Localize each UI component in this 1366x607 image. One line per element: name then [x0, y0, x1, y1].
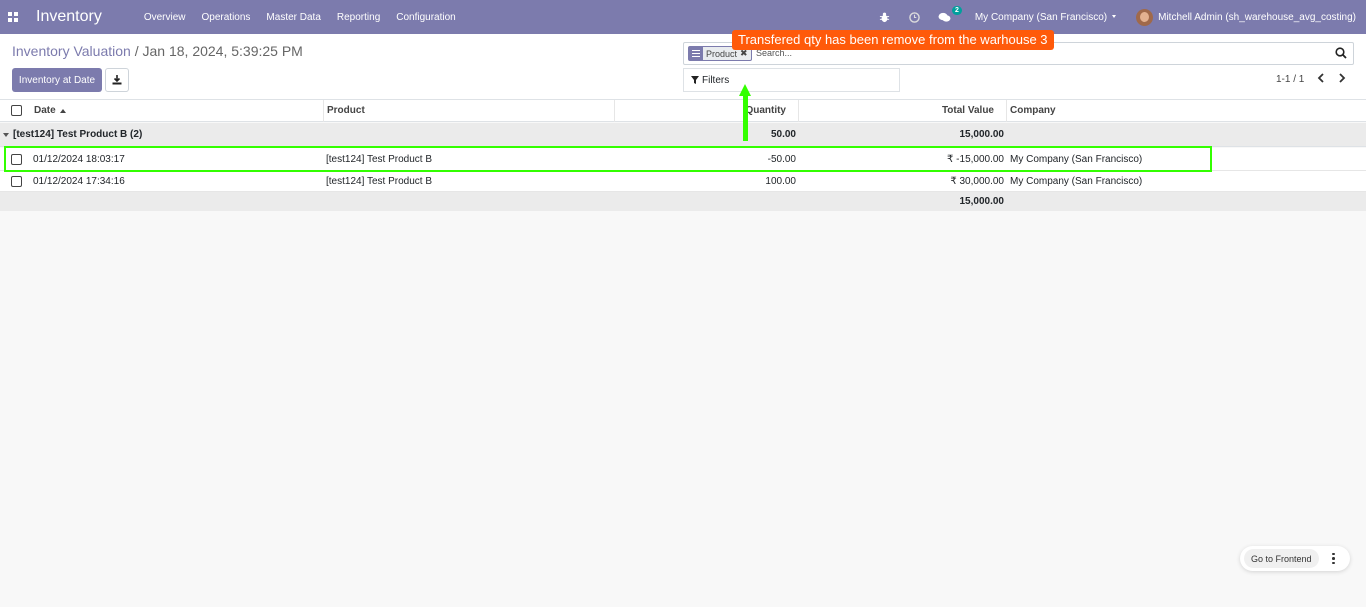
menu-operations[interactable]: Operations	[202, 12, 251, 23]
table-footer: 15,000.00	[0, 192, 1366, 211]
row-checkbox[interactable]	[11, 148, 22, 170]
company-switcher[interactable]: My Company (San Francisco)	[974, 11, 1117, 23]
download-button[interactable]	[105, 68, 129, 92]
group-title: [test124] Test Product B (2)	[13, 129, 143, 140]
breadcrumb: Inventory Valuation / Jan 18, 2024, 5:39…	[12, 43, 303, 59]
annotation-arrow	[743, 94, 748, 141]
menu-reporting[interactable]: Reporting	[337, 12, 380, 23]
apps-menu-icon[interactable]	[0, 0, 26, 34]
app-title[interactable]: Inventory	[36, 8, 102, 26]
header-quantity[interactable]: Quantity	[614, 100, 786, 121]
group-label: [test124] Test Product B (2)	[3, 123, 142, 146]
kebab-menu-icon[interactable]	[1327, 552, 1341, 565]
column-divider[interactable]	[323, 100, 324, 122]
row-company: My Company (San Francisco)	[1010, 153, 1143, 165]
top-navbar: Inventory Overview Operations Master Dat…	[0, 0, 1366, 34]
sort-ascending-icon	[59, 108, 66, 113]
company-name: My Company (San Francisco)	[974, 11, 1108, 23]
arrow-up-icon	[739, 84, 751, 96]
row-product: [test124] Test Product B	[326, 175, 432, 187]
row-quantity: -50.00	[767, 153, 796, 165]
row-total-value: ₹ 30,000.00	[950, 175, 1004, 187]
pager-value[interactable]: 1-1 / 1	[1276, 74, 1304, 85]
group-total-value: 15,000.00	[959, 129, 1005, 140]
header-company[interactable]: Company	[1010, 100, 1056, 121]
column-divider[interactable]	[1006, 100, 1007, 122]
row-checkbox[interactable]	[11, 171, 22, 191]
messages-icon[interactable]: 2	[937, 6, 962, 25]
frontend-widget: Go to Frontend	[1240, 546, 1350, 571]
chevron-left-icon[interactable]	[1315, 72, 1329, 86]
filters-button[interactable]: Filters	[683, 68, 900, 92]
menu-configuration[interactable]: Configuration	[396, 12, 455, 23]
footer-total-value: 15,000.00	[959, 196, 1005, 207]
header-date[interactable]: Date	[34, 100, 66, 121]
download-icon	[112, 75, 122, 85]
breadcrumb-current: Jan 18, 2024, 5:39:25 PM	[142, 43, 303, 59]
caret-down-icon	[3, 132, 9, 137]
breadcrumb-parent[interactable]: Inventory Valuation	[12, 43, 131, 59]
avatar[interactable]	[1136, 8, 1154, 26]
header-product[interactable]: Product	[327, 100, 365, 121]
row-quantity: 100.00	[765, 175, 796, 187]
filter-icon	[691, 76, 699, 84]
table-header: Date Product Quantity Total Value Compan…	[0, 100, 1366, 122]
group-quantity: 50.00	[770, 129, 796, 140]
select-all-checkbox[interactable]	[11, 100, 22, 121]
group-row[interactable]: [test124] Test Product B (2) 50.00 15,00…	[0, 123, 1366, 147]
header-date-label: Date	[34, 105, 56, 116]
annotation-tooltip: Transfered qty has been remove from the …	[732, 30, 1054, 50]
control-panel: Inventory Valuation / Jan 18, 2024, 5:39…	[0, 34, 1366, 100]
breadcrumb-separator: /	[134, 43, 139, 59]
table-row[interactable]: 01/12/2024 18:03:17 [test124] Test Produ…	[0, 148, 1366, 171]
header-total-value[interactable]: Total Value	[798, 100, 994, 121]
search-icon[interactable]	[1335, 47, 1349, 61]
inventory-at-date-button[interactable]: Inventory at Date	[12, 68, 102, 92]
bug-icon[interactable]	[877, 9, 893, 25]
user-menu[interactable]: Mitchell Admin (sh_warehouse_avg_costing…	[1158, 12, 1356, 23]
row-total-value: ₹ -15,000.00	[947, 153, 1004, 165]
row-date: 01/12/2024 18:03:17	[33, 153, 125, 165]
filters-label: Filters	[702, 74, 730, 86]
chevron-right-icon[interactable]	[1336, 72, 1350, 86]
navbar-right: 2 My Company (San Francisco) Mitchell Ad…	[877, 0, 1366, 34]
table-row[interactable]: 01/12/2024 17:34:16 [test124] Test Produ…	[0, 171, 1366, 192]
messages-badge: 2	[951, 6, 962, 15]
chevron-down-icon	[1112, 15, 1117, 19]
row-product: [test124] Test Product B	[326, 153, 432, 165]
facet-label: Product	[706, 48, 738, 59]
row-company: My Company (San Francisco)	[1010, 175, 1143, 187]
menu-master-data[interactable]: Master Data	[266, 12, 320, 23]
menu-overview[interactable]: Overview	[144, 12, 186, 23]
go-to-frontend-button[interactable]: Go to Frontend	[1244, 549, 1319, 568]
clock-icon[interactable]	[907, 9, 923, 25]
group-by-icon	[689, 47, 703, 60]
row-date: 01/12/2024 17:34:16	[33, 175, 125, 187]
